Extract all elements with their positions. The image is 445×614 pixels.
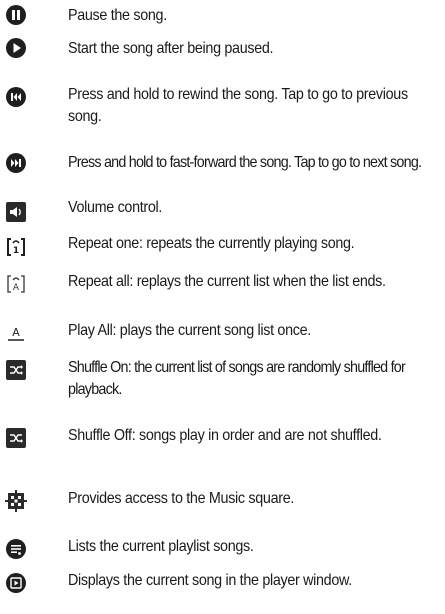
item-description: Volume control.	[68, 199, 163, 216]
playlist-icon	[5, 538, 27, 560]
volume-icon	[5, 201, 27, 223]
svg-text:1: 1	[13, 246, 19, 256]
item-description: Pause the song.	[68, 7, 167, 24]
item-description: Repeat one: repeats the currently playin…	[68, 235, 355, 252]
rewind-icon	[5, 86, 27, 108]
item-description: Start the song after being paused.	[68, 40, 274, 57]
item-description: Shuffle On: the current list of songs ar…	[68, 359, 406, 398]
repeat-all-icon: A	[5, 273, 27, 295]
pause-icon	[5, 4, 27, 26]
item-description: Press and hold to fast-forward the song.…	[68, 154, 422, 171]
shuffle-off-icon	[5, 427, 27, 449]
play-icon	[5, 37, 27, 59]
music-square-icon	[5, 490, 27, 512]
play-all-icon: A	[5, 322, 27, 344]
shuffle-on-icon	[5, 359, 27, 381]
repeat-one-icon: 1	[5, 236, 27, 258]
item-description: Provides access to the Music square.	[68, 490, 295, 507]
player-window-icon	[5, 572, 27, 594]
svg-text:A: A	[12, 326, 20, 339]
item-description: Repeat all: replays the current list whe…	[68, 273, 386, 290]
item-description: Displays the current song in the player …	[68, 572, 352, 589]
svg-text:A: A	[13, 283, 20, 293]
item-description: Play All: plays the current song list on…	[68, 322, 311, 339]
item-description: Press and hold to rewind the song. Tap t…	[68, 86, 408, 125]
item-description: Shuffle Off: songs play in order and are…	[68, 427, 382, 444]
item-description: Lists the current playlist songs.	[68, 538, 254, 555]
fast-forward-icon	[5, 152, 27, 174]
